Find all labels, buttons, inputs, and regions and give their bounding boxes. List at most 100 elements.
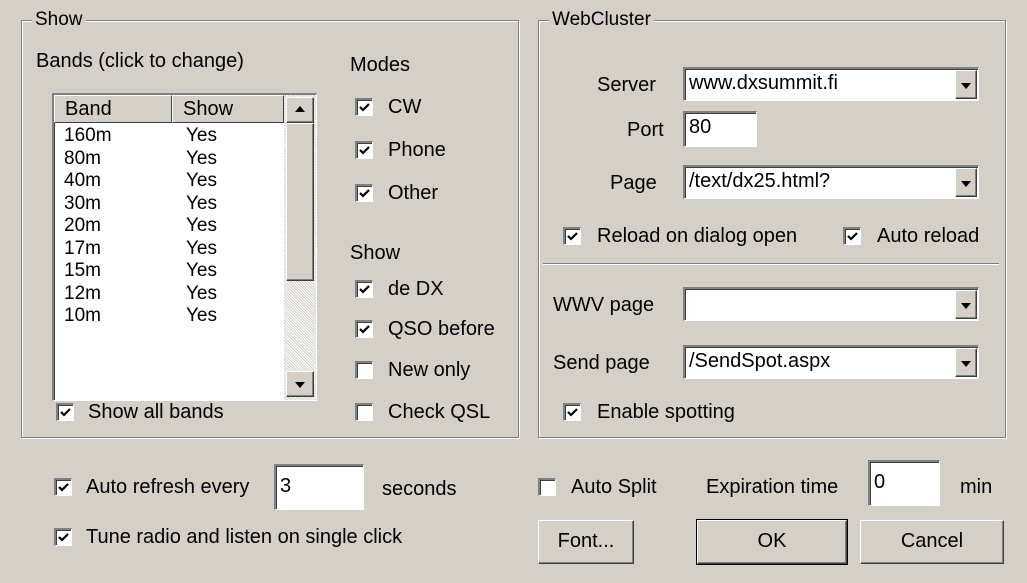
send-page-label: Send page — [553, 352, 650, 374]
tune-radio-checkbox[interactable] — [54, 528, 72, 546]
enable-spotting-checkbox[interactable] — [563, 403, 581, 421]
phone-checkbox[interactable] — [355, 141, 373, 159]
band-cell: 20m — [64, 215, 101, 236]
checkmark-icon — [847, 232, 858, 241]
wwv-dropdown-button[interactable] — [955, 290, 977, 319]
qso-before-checkbox[interactable] — [355, 320, 373, 338]
tune-radio-label: Tune radio and listen on single click — [86, 526, 403, 548]
show-cell: Yes — [186, 170, 217, 191]
band-cell: 10m — [64, 305, 101, 326]
new-only-checkbox[interactable] — [355, 361, 373, 379]
list-item[interactable]: 17m Yes — [60, 238, 280, 260]
show-all-bands-label: Show all bands — [88, 401, 224, 423]
auto-refresh-value: 3 — [280, 475, 292, 497]
auto-refresh-input[interactable]: 3 — [274, 464, 364, 510]
expiration-input[interactable]: 0 — [868, 460, 940, 506]
scroll-thumb[interactable] — [286, 123, 314, 281]
list-item[interactable]: 40m Yes — [60, 170, 280, 192]
auto-reload-checkbox[interactable] — [843, 227, 861, 245]
list-item[interactable]: 12m Yes — [60, 283, 280, 305]
checkmark-icon — [58, 483, 69, 492]
webcluster-separator — [543, 263, 999, 265]
show-column-label: Show — [183, 98, 234, 120]
cw-checkbox[interactable] — [355, 98, 373, 116]
show-cell: Yes — [186, 192, 217, 214]
scroll-up-button[interactable] — [286, 97, 314, 123]
page-combo[interactable]: /text/dx25.html? — [683, 165, 979, 199]
webcluster-group-title: WebCluster — [549, 7, 654, 33]
list-item[interactable]: 30m Yes — [60, 193, 280, 215]
checkmark-icon — [58, 533, 69, 542]
phone-label: Phone — [388, 139, 446, 161]
expiration-label: Expiration time — [706, 476, 839, 498]
seconds-label: seconds — [382, 478, 457, 500]
de-dx-checkbox[interactable] — [355, 280, 373, 298]
webcluster-group: WebCluster Server www.dxsummit.fi Port 8… — [538, 7, 1006, 438]
checkmark-icon — [359, 146, 370, 155]
ok-button[interactable]: OK — [696, 519, 848, 565]
auto-refresh-label: Auto refresh every — [86, 476, 250, 498]
page-label: Page — [610, 172, 657, 194]
check-qsl-checkbox[interactable] — [355, 403, 373, 421]
show-cell: Yes — [186, 125, 217, 146]
band-column-label: Band — [65, 98, 112, 120]
checkmark-icon — [567, 232, 578, 241]
checkmark-icon — [359, 325, 370, 334]
band-cell: 15m — [64, 260, 101, 281]
list-item[interactable]: 160m Yes — [60, 125, 280, 147]
chevron-down-icon — [961, 360, 971, 367]
port-label: Port — [627, 119, 664, 141]
de-dx-label: de DX — [388, 278, 444, 300]
port-value: 80 — [689, 116, 712, 138]
bands-label: Bands (click to change) — [36, 50, 244, 72]
checkmark-icon — [359, 189, 370, 198]
scroll-down-button[interactable] — [286, 371, 314, 397]
show-options-label: Show — [350, 242, 401, 264]
show-group: Show Bands (click to change) Band Show 1… — [21, 7, 519, 438]
auto-split-label: Auto Split — [571, 476, 657, 498]
band-cell: 160m — [64, 125, 112, 146]
reload-on-open-label: Reload on dialog open — [597, 225, 798, 247]
list-item[interactable]: 10m Yes — [60, 305, 280, 327]
auto-reload-label: Auto reload — [877, 225, 980, 247]
modes-label: Modes — [350, 54, 411, 76]
min-label: min — [960, 476, 993, 498]
arrow-up-icon — [295, 106, 305, 112]
send-dropdown-button[interactable] — [955, 348, 977, 377]
server-label: Server — [597, 74, 656, 96]
list-item[interactable]: 80m Yes — [60, 148, 280, 170]
page-dropdown-button[interactable] — [955, 168, 977, 197]
band-cell: 40m — [64, 170, 101, 191]
expiration-value: 0 — [874, 471, 886, 493]
band-cell: 30m — [64, 192, 101, 214]
cancel-button-label: Cancel — [900, 530, 964, 552]
list-item[interactable]: 20m Yes — [60, 215, 280, 237]
show-cell: Yes — [186, 215, 217, 236]
new-only-label: New only — [388, 359, 471, 381]
server-combo[interactable]: www.dxsummit.fi — [683, 67, 979, 101]
wwv-page-combo[interactable] — [683, 287, 979, 321]
other-label: Other — [388, 182, 439, 204]
chevron-down-icon — [961, 302, 971, 309]
other-checkbox[interactable] — [355, 184, 373, 202]
show-cell: Yes — [186, 237, 217, 259]
check-qsl-label: Check QSL — [388, 401, 491, 423]
page-value: /text/dx25.html? — [689, 170, 831, 192]
show-all-bands-checkbox[interactable] — [56, 403, 74, 421]
checkmark-icon — [359, 285, 370, 294]
send-page-combo[interactable]: /SendSpot.aspx — [683, 345, 979, 379]
server-dropdown-button[interactable] — [955, 70, 977, 99]
band-column-header[interactable]: Band — [54, 95, 172, 123]
auto-split-checkbox[interactable] — [538, 478, 556, 496]
show-cell: Yes — [186, 260, 217, 281]
port-input[interactable]: 80 — [683, 111, 757, 147]
list-item[interactable]: 15m Yes — [60, 260, 280, 282]
bands-list[interactable]: Band Show 160m Yes 80m Yes 40m Yes 30m Yes 20m Ye… — [52, 93, 317, 401]
auto-refresh-checkbox[interactable] — [54, 478, 72, 496]
chevron-down-icon — [961, 82, 971, 89]
reload-on-open-checkbox[interactable] — [563, 227, 581, 245]
cancel-button[interactable]: Cancel — [860, 520, 1004, 564]
ok-button-label: OK — [757, 530, 787, 552]
show-column-header[interactable]: Show — [172, 95, 284, 123]
font-button[interactable]: Font... — [538, 520, 634, 564]
